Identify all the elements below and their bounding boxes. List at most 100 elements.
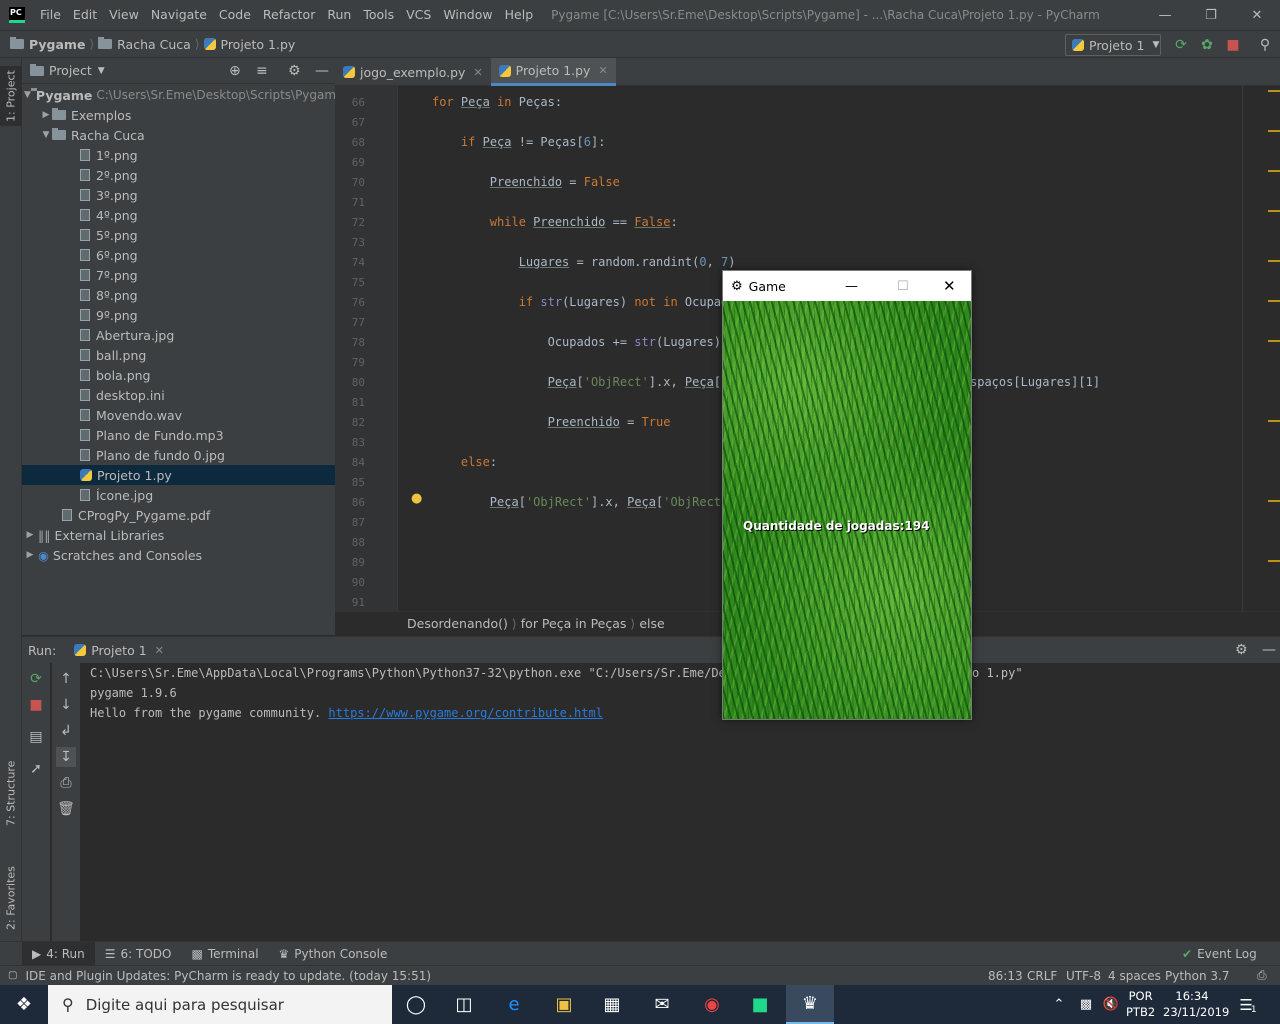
- event-log-button[interactable]: ✔ Event Log: [1172, 942, 1267, 966]
- tree-item-file[interactable]: 2º.png: [22, 165, 335, 185]
- close-icon[interactable]: ✕: [598, 64, 607, 77]
- menu-window[interactable]: Window: [437, 0, 498, 30]
- edge-icon[interactable]: e: [490, 985, 538, 1024]
- tab-python-console[interactable]: ♛ Python Console: [269, 942, 398, 966]
- menu-tools[interactable]: Tools: [357, 0, 400, 30]
- debug-icon[interactable]: ✿: [1197, 35, 1217, 55]
- tree-item-file[interactable]: CProgPy_Pygame.pdf: [22, 505, 335, 525]
- tab-project[interactable]: 1: Project: [0, 66, 22, 126]
- notification-icon[interactable]: ☰ 1: [1228, 985, 1268, 1024]
- tab-projeto-1[interactable]: Projeto 1.py ✕: [490, 58, 616, 86]
- tab-run[interactable]: ▶ 4: Run: [22, 941, 95, 966]
- mail-icon[interactable]: ✉: [638, 985, 686, 1024]
- breadcrumb-pygame[interactable]: Pygame: [10, 37, 85, 52]
- maximize-button[interactable]: ☐: [897, 279, 909, 294]
- trash-icon[interactable]: 🗑: [56, 799, 76, 819]
- pycharm-taskbar-icon[interactable]: ■: [736, 985, 784, 1024]
- console-output[interactable]: C:\Users\Sr.Eme\AppData\Local\Programs\P…: [90, 663, 740, 723]
- run-tab[interactable]: Projeto 1 ✕: [74, 643, 164, 658]
- game-title-bar[interactable]: ⚙ Game — ☐ ✕: [723, 271, 971, 301]
- breadcrumb-file[interactable]: Projeto 1.py: [203, 37, 295, 52]
- gear-icon[interactable]: ⚙: [288, 63, 301, 79]
- expand-arrow-icon[interactable]: ▶: [24, 530, 36, 540]
- tree-item-file[interactable]: 3º.png: [22, 185, 335, 205]
- close-icon[interactable]: ✕: [473, 66, 482, 79]
- menu-run[interactable]: Run: [321, 0, 357, 30]
- error-stripe-mark[interactable]: [1268, 260, 1280, 262]
- python-taskbar-icon[interactable]: ♛: [786, 985, 834, 1024]
- menu-edit[interactable]: Edit: [67, 0, 103, 30]
- caret-position[interactable]: 86:13: [988, 969, 1023, 983]
- game-window[interactable]: ⚙ Game — ☐ ✕ Quantidade de jogadas:194: [722, 270, 972, 720]
- cortana-icon[interactable]: ◯: [392, 985, 440, 1024]
- pin-icon[interactable]: ➚: [26, 759, 46, 779]
- tree-item-file[interactable]: 6º.png: [22, 245, 335, 265]
- tab-terminal[interactable]: ▩ Terminal: [181, 942, 268, 966]
- search-icon[interactable]: ⚲: [1255, 35, 1275, 55]
- tree-item-file[interactable]: Plano de Fundo.mp3: [22, 425, 335, 445]
- stop-icon[interactable]: ■: [26, 695, 46, 715]
- lock-icon[interactable]: ⎙: [1257, 968, 1267, 983]
- breadcrumb-function[interactable]: Desordenando(): [407, 616, 508, 631]
- tree-item-file[interactable]: 8º.png: [22, 285, 335, 305]
- stop-icon[interactable]: ■: [1223, 35, 1243, 55]
- chevron-down-icon[interactable]: ▼: [98, 66, 105, 76]
- taskbar-search[interactable]: ⚲ Digite aqui para pesquisar: [48, 985, 392, 1024]
- tree-item-file[interactable]: bola.png: [22, 365, 335, 385]
- tree-item-file[interactable]: Ícone.jpg: [22, 485, 335, 505]
- minimize-button[interactable]: —: [1142, 0, 1188, 30]
- error-stripe-mark[interactable]: [1268, 170, 1280, 172]
- tree-item-file[interactable]: ball.png: [22, 345, 335, 365]
- collapse-all-icon[interactable]: ≡: [256, 63, 268, 79]
- tree-item-root[interactable]: ▼ Pygame C:\Users\Sr.Eme\Desktop\Scripts\P…: [22, 85, 343, 105]
- locate-icon[interactable]: ⊕: [229, 63, 241, 79]
- breadcrumb-else[interactable]: else: [639, 616, 664, 631]
- tree-item-file[interactable]: 9º.png: [22, 305, 335, 325]
- tree-item-file[interactable]: 4º.png: [22, 205, 335, 225]
- tree-item-file[interactable]: 7º.png: [22, 265, 335, 285]
- volume-muted-icon[interactable]: 🔇: [1099, 985, 1123, 1024]
- expand-arrow-icon[interactable]: ▼: [24, 90, 31, 100]
- menu-navigate[interactable]: Navigate: [145, 0, 213, 30]
- arrow-up-icon[interactable]: ↑: [56, 669, 76, 689]
- project-view-select[interactable]: Project: [49, 63, 92, 78]
- breadcrumb-racha-cuca[interactable]: Racha Cuca: [98, 37, 191, 52]
- tree-item-file[interactable]: Abertura.jpg: [22, 325, 335, 345]
- tree-item-file[interactable]: desktop.ini: [22, 385, 335, 405]
- store-icon[interactable]: ▦: [588, 985, 636, 1024]
- error-stripe-mark[interactable]: [1268, 210, 1280, 212]
- error-stripe-mark[interactable]: [1268, 300, 1280, 302]
- chevron-up-icon[interactable]: ⌃: [1045, 985, 1073, 1024]
- print-icon[interactable]: ⎙: [56, 773, 76, 793]
- minimize-button[interactable]: —: [845, 279, 858, 294]
- menu-vcs[interactable]: VCS: [400, 0, 437, 30]
- file-encoding[interactable]: UTF-8: [1066, 969, 1101, 983]
- error-stripe-mark[interactable]: [1268, 420, 1280, 422]
- input-language[interactable]: POR PTB2: [1126, 988, 1155, 1020]
- error-stripe-mark[interactable]: [1268, 500, 1280, 502]
- layout-icon[interactable]: ▤: [26, 727, 46, 747]
- tree-item-file[interactable]: Movendo.wav: [22, 405, 335, 425]
- error-stripe-mark[interactable]: [1268, 90, 1280, 92]
- lightbulb-icon[interactable]: ●: [411, 491, 422, 506]
- gear-icon[interactable]: ⚙: [1235, 642, 1248, 658]
- pygame-link[interactable]: https://www.pygame.org/contribute.html: [328, 706, 603, 720]
- close-button[interactable]: ✕: [943, 277, 956, 295]
- expand-arrow-icon[interactable]: ▶: [24, 550, 36, 560]
- breadcrumb-loop[interactable]: for Peça in Peças: [521, 616, 627, 631]
- indent-setting[interactable]: 4 spaces: [1108, 969, 1161, 983]
- restore-button[interactable]: ❐: [1188, 0, 1234, 30]
- tree-item-external-libraries[interactable]: ▶ ‖‖ External Libraries: [22, 525, 335, 545]
- file-explorer-icon[interactable]: ▣: [540, 985, 588, 1024]
- tree-item-file[interactable]: 1º.png: [22, 145, 335, 165]
- line-separator[interactable]: CRLF: [1027, 969, 1057, 983]
- network-icon[interactable]: ▩: [1073, 985, 1099, 1024]
- menu-view[interactable]: View: [103, 0, 145, 30]
- clock[interactable]: 16:34 23/11/2019: [1163, 988, 1229, 1020]
- run-configuration-select[interactable]: Projeto 1 ▼: [1065, 34, 1161, 56]
- rerun-icon[interactable]: ⟳: [26, 669, 46, 689]
- expand-arrow-icon[interactable]: ▼: [40, 130, 52, 140]
- error-stripe-mark[interactable]: [1268, 130, 1280, 132]
- tab-favorites[interactable]: 2: Favorites: [0, 853, 22, 943]
- windows-start-icon[interactable]: ❖: [0, 985, 48, 1024]
